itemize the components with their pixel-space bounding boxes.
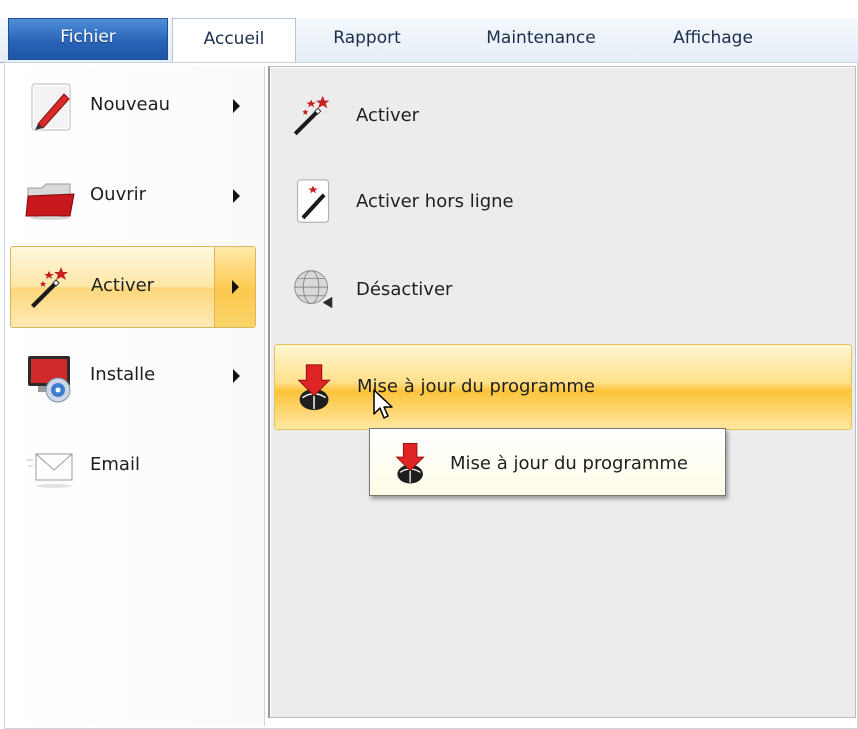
- submenu-item-label: Désactiver: [356, 279, 453, 300]
- tab-maintenance[interactable]: Maintenance: [456, 18, 626, 62]
- chevron-right-icon: [232, 280, 239, 294]
- install-disc-icon: [24, 350, 78, 404]
- menu-item-label: Ouvrir: [90, 184, 147, 205]
- menu-item-label: Nouveau: [90, 94, 171, 115]
- submenu-item-desactiver[interactable]: Désactiver: [274, 248, 852, 334]
- menu-item-label: Installe: [90, 364, 156, 385]
- menu-item-nouveau[interactable]: Nouveau: [10, 66, 256, 148]
- menu-item-email[interactable]: Email: [10, 426, 256, 508]
- ribbon-tab-bar: Fichier Accueil Rapport Maintenance Affi…: [0, 0, 858, 63]
- menu-item-ouvrir[interactable]: Ouvrir: [10, 156, 256, 238]
- chevron-right-icon: [233, 369, 240, 383]
- submenu-item-label: Activer: [356, 105, 420, 126]
- magic-wand-icon: [288, 90, 340, 142]
- submenu-item-activer[interactable]: Activer: [274, 74, 852, 160]
- magic-wand-offline-icon: [288, 176, 340, 228]
- chevron-right-icon: [233, 189, 240, 203]
- update-download-icon: [388, 439, 434, 487]
- tab-accueil[interactable]: Accueil: [172, 18, 296, 62]
- menu-item-label: Email: [90, 454, 140, 475]
- submenu-item-mise-a-jour[interactable]: Mise à jour du programme: [274, 344, 852, 430]
- submenu-item-activer-hors-ligne[interactable]: Activer hors ligne: [274, 160, 852, 246]
- pencil-icon: [24, 80, 78, 134]
- update-download-icon: [289, 361, 341, 413]
- menu-item-label: Activer: [91, 275, 155, 296]
- tooltip: Mise à jour du programme: [369, 428, 726, 496]
- globe-deactivate-icon: [288, 264, 340, 316]
- menu-item-activer[interactable]: Activer: [10, 246, 256, 328]
- submenu-item-label: Activer hors ligne: [356, 191, 514, 212]
- menu-item-installe[interactable]: Installe: [10, 336, 256, 418]
- tab-rapport[interactable]: Rapport: [312, 18, 422, 62]
- chevron-right-icon: [233, 99, 240, 113]
- tab-fichier[interactable]: Fichier: [8, 18, 168, 60]
- magic-wand-icon: [25, 261, 79, 315]
- tooltip-label: Mise à jour du programme: [450, 453, 688, 474]
- tab-affichage[interactable]: Affichage: [648, 18, 778, 62]
- folder-icon: [24, 170, 78, 224]
- mouse-cursor-icon: [372, 388, 394, 422]
- envelope-icon: [24, 440, 78, 494]
